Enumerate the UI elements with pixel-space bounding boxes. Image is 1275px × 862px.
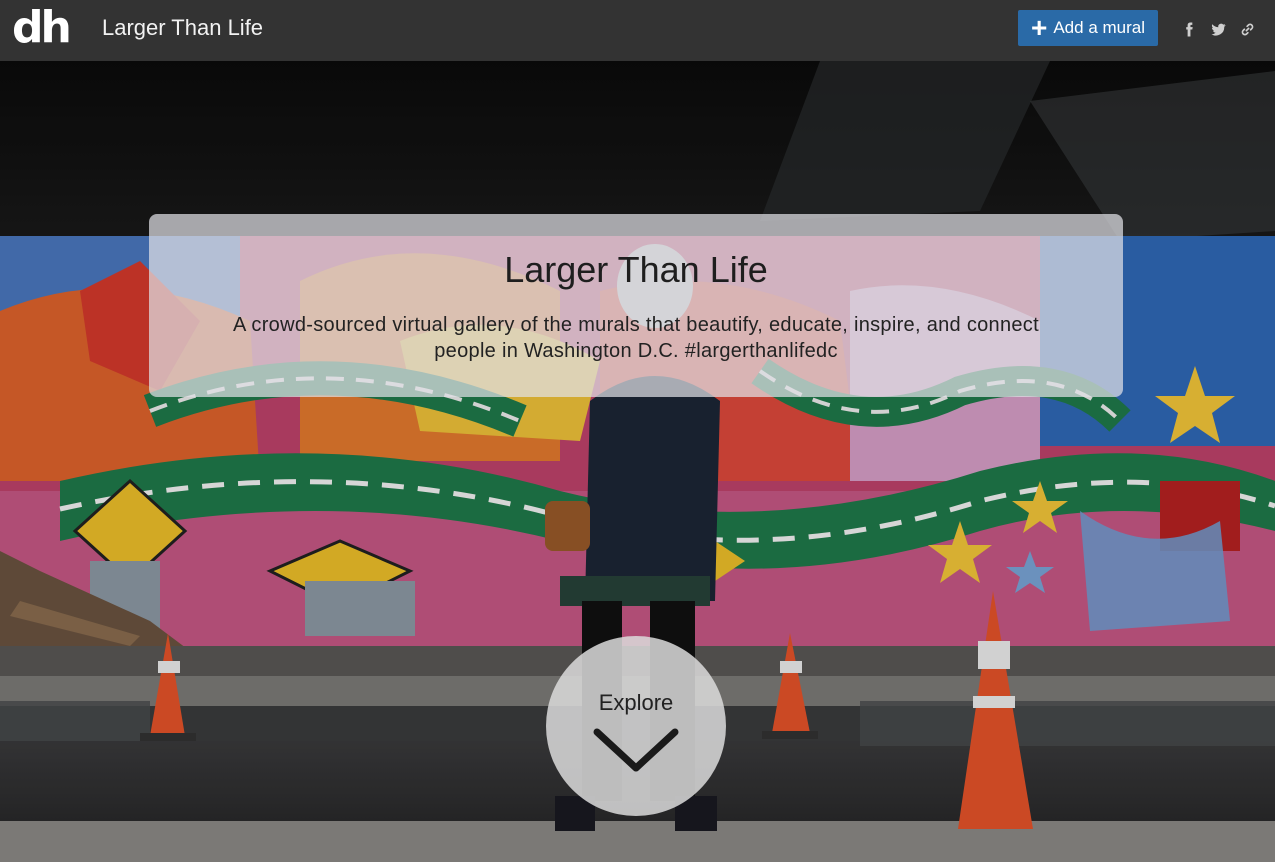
twitter-icon[interactable] [1209,20,1227,38]
page-description: A crowd-sourced virtual gallery of the m… [233,314,1039,362]
explore-button[interactable]: Explore [546,636,726,816]
facebook-icon[interactable] [1180,20,1198,38]
add-mural-label: Add a mural [1053,18,1146,37]
link-icon[interactable] [1238,20,1256,38]
site-logo[interactable]: dh [12,6,72,52]
top-bar: dh Larger Than Life + Add a mural [0,0,1275,61]
plus-icon: + [1030,12,1048,43]
chevron-down-icon [593,728,679,772]
add-mural-button[interactable]: + Add a mural [1018,10,1158,46]
intro-card: Larger Than Life A crowd-sourced virtual… [149,214,1123,397]
page-title: Larger Than Life [504,249,768,290]
hero-photo: Larger Than Life A crowd-sourced virtual… [0,61,1275,862]
site-title[interactable]: Larger Than Life [102,14,263,42]
explore-label: Explore [598,690,674,715]
